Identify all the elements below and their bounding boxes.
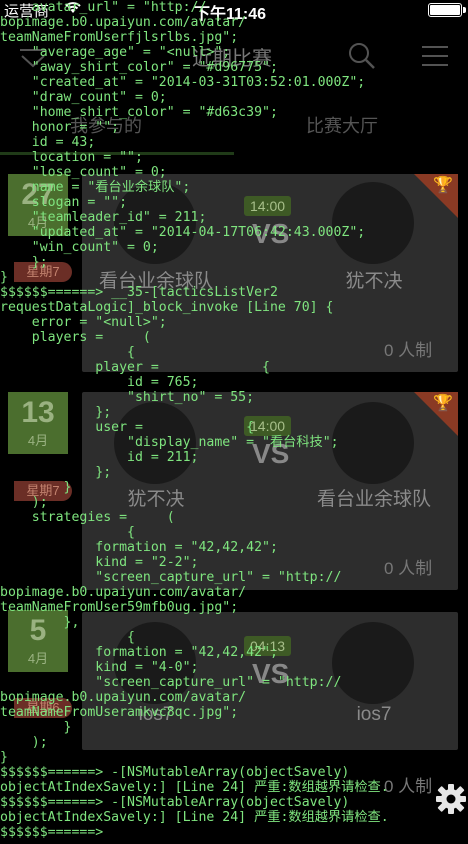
app-screen: 运营商 下午11:46 近期比赛 我参与的 比赛大厅 27 4月 星期7 🏆 1… xyxy=(0,0,468,844)
log-line: $$$$$$======> -[NSMutableArray(objectSav… xyxy=(0,765,350,780)
vs-label: VS xyxy=(252,658,290,689)
weekday-tag: 星期6 xyxy=(14,698,72,718)
team-a-logo xyxy=(114,402,196,484)
tab-participated[interactable]: 我参与的 xyxy=(70,112,142,138)
tab-match-hall[interactable]: 比赛大厅 xyxy=(306,112,378,138)
status-bar: 运营商 下午11:46 xyxy=(0,0,468,23)
weekday-tag: 星期7 xyxy=(14,481,72,501)
team-b-logo xyxy=(332,622,414,704)
date-day: 13 xyxy=(21,396,55,429)
log-line: $$$$$$======> xyxy=(0,825,104,840)
team-size-label: 0 人制 xyxy=(384,341,433,360)
log-line: } xyxy=(0,720,72,735)
log-line: } xyxy=(0,270,8,285)
team-a-logo xyxy=(114,182,196,264)
trophy-ribbon: 🏆 xyxy=(414,392,458,436)
weekday-tag: 星期7 xyxy=(14,262,72,282)
team-a-logo xyxy=(114,622,196,704)
match-time: 14:00 xyxy=(244,416,292,436)
date-badge: 27 4月 xyxy=(8,174,68,236)
tab-indicator xyxy=(0,152,234,155)
clock: 下午11:46 xyxy=(194,6,267,23)
match-time: 04:13 xyxy=(244,636,292,656)
team-a-name: ios7 xyxy=(138,704,174,725)
date-month: 4月 xyxy=(27,215,49,230)
log-line: objectAtIndexSavely:] [Line 24] 严重:数组越界请… xyxy=(0,780,389,795)
segment-tabs: 我参与的 比赛大厅 xyxy=(0,104,468,156)
wifi-icon xyxy=(64,0,82,17)
team-b-name: 看台业余球队 xyxy=(316,489,431,510)
date-month: 4月 xyxy=(27,433,49,448)
page-title: 近期比赛 xyxy=(192,48,272,70)
battery-icon xyxy=(428,3,466,17)
date-badge: 5 4月 xyxy=(8,610,68,672)
date-day: 27 xyxy=(21,178,55,211)
date-day: 5 xyxy=(29,614,47,647)
log-line: objectAtIndexSavely:] [Line 24] 严重:数组越界请… xyxy=(0,810,389,825)
match-card[interactable]: 🏆 14:00 VS 看台业余球队 犹不决 0 人制 xyxy=(82,174,458,372)
date-badge: 13 4月 xyxy=(8,392,68,454)
team-a-name: 犹不决 xyxy=(127,489,185,510)
trophy-icon: 🏆 xyxy=(433,395,453,412)
team-b-name: ios7 xyxy=(356,704,392,725)
team-b-logo xyxy=(332,402,414,484)
team-size-label: 0 人制 xyxy=(384,777,433,796)
log-line: "draw_count" = 0; xyxy=(0,90,167,105)
dropdown-menu-icon[interactable] xyxy=(18,46,48,75)
vs-label: VS xyxy=(252,438,290,469)
trophy-icon: 🏆 xyxy=(433,177,453,194)
match-card[interactable]: 🏆 14:00 VS 犹不决 看台业余球队 0 人制 xyxy=(82,392,458,590)
match-time: 14:00 xyxy=(244,196,292,216)
list-menu-icon[interactable] xyxy=(420,44,450,73)
log-line: id = 765; xyxy=(0,375,199,390)
vs-label: VS xyxy=(252,218,290,249)
date-month: 4月 xyxy=(27,651,49,666)
settings-gear-icon[interactable] xyxy=(434,782,468,818)
log-line: ); xyxy=(0,735,48,750)
match-card[interactable]: 04:13 VS ios7 ios7 xyxy=(82,612,458,750)
log-line: } xyxy=(0,750,8,765)
team-size-label: 0 人制 xyxy=(384,559,433,578)
carrier-label: 运营商 xyxy=(4,3,50,20)
log-line: $$$$$$======> -[NSMutableArray(objectSav… xyxy=(0,795,350,810)
team-b-name: 犹不决 xyxy=(345,271,403,292)
search-icon[interactable] xyxy=(348,42,376,75)
team-a-name: 看台业余球队 xyxy=(98,271,213,292)
trophy-ribbon: 🏆 xyxy=(414,174,458,218)
team-b-logo xyxy=(332,182,414,264)
